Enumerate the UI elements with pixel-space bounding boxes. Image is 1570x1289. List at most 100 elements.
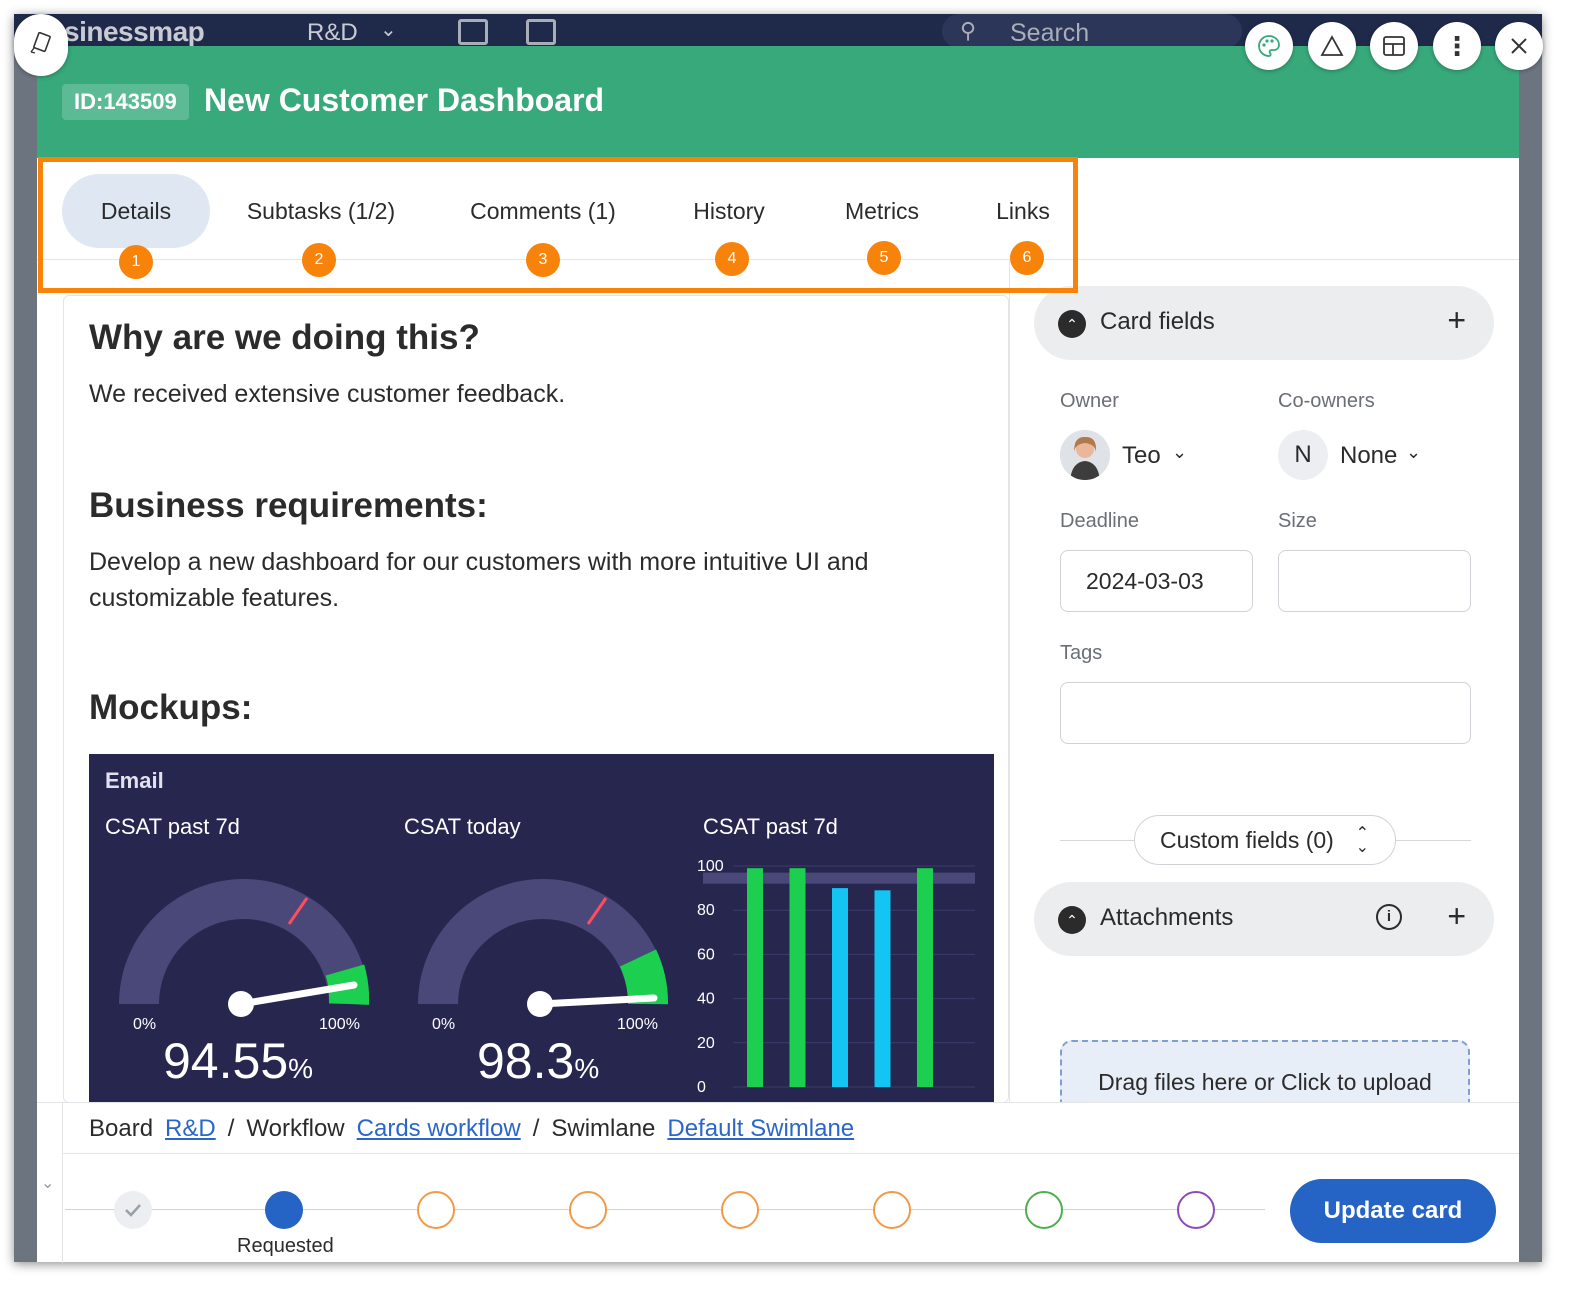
board-background-right xyxy=(1519,48,1542,1262)
callout-badge-2: 2 xyxy=(302,243,336,277)
add-field-icon[interactable]: + xyxy=(1447,302,1466,339)
mockups-heading: Mockups: xyxy=(89,688,253,727)
bar-1 xyxy=(747,868,763,1087)
description-panel[interactable]: Why are we doing this? We received exten… xyxy=(63,295,1009,1103)
board-selector[interactable]: R&D xyxy=(307,19,358,47)
more-vertical-icon: ⋮ xyxy=(1444,31,1470,61)
card-title[interactable]: New Customer Dashboard xyxy=(204,82,604,119)
breadcrumb: Board R&D / Workflow Cards workflow / Sw… xyxy=(89,1115,854,1143)
stage-requested-current[interactable] xyxy=(265,1191,303,1229)
stage-archive-step[interactable] xyxy=(1177,1191,1215,1229)
chevron-down-icon[interactable]: ⌄ xyxy=(1406,442,1421,463)
board-link[interactable]: R&D xyxy=(165,1115,216,1143)
y-tick-label: 0 xyxy=(697,1079,706,1096)
stage-step[interactable] xyxy=(721,1191,759,1229)
workflow-label: Workflow xyxy=(246,1115,345,1142)
y-tick-label: 100 xyxy=(697,858,724,875)
callout-badge-5: 5 xyxy=(867,241,901,275)
collapse-icon[interactable]: ⌃ xyxy=(1058,906,1086,934)
info-icon[interactable]: i xyxy=(1376,904,1402,930)
card-id-badge: ID:143509 xyxy=(62,84,189,120)
tabs-highlight-box xyxy=(38,157,1078,293)
layout-toggle-button[interactable] xyxy=(1370,22,1418,70)
y-tick-label: 80 xyxy=(697,902,715,919)
mockup-image: Email CSAT past 7d 0% 100% 94.55% CSAT t… xyxy=(89,754,994,1102)
gauge-2-max: 100% xyxy=(617,1016,658,1033)
update-card-button[interactable]: Update card xyxy=(1290,1179,1496,1243)
y-tick-label: 40 xyxy=(697,991,715,1008)
footer-collapse[interactable]: ⌄ xyxy=(37,1103,63,1263)
callout-badge-6: 6 xyxy=(1010,241,1044,275)
requirements-heading: Business requirements: xyxy=(89,486,488,525)
search-bar[interactable]: ⚲ Search xyxy=(942,14,1242,48)
analytics-icon[interactable] xyxy=(526,19,556,45)
close-card-button[interactable] xyxy=(1495,22,1543,70)
why-text: We received extensive customer feedback. xyxy=(89,380,566,408)
stage-done-step[interactable] xyxy=(1025,1191,1063,1229)
bar-4 xyxy=(874,890,891,1087)
card-blocker-button[interactable] xyxy=(1308,22,1356,70)
gauge-2-value: 98.3% xyxy=(477,1033,600,1089)
attachments-title: Attachments xyxy=(1100,904,1234,931)
swimlane-link[interactable]: Default Swimlane xyxy=(667,1115,854,1143)
tags-label: Tags xyxy=(1060,642,1103,664)
y-tick-label: 20 xyxy=(697,1035,715,1052)
card-color-button[interactable] xyxy=(1245,22,1293,70)
gauge-2-label: CSAT today xyxy=(404,814,521,839)
chevron-down-icon[interactable]: ⌄ xyxy=(380,17,397,42)
callout-badge-3: 3 xyxy=(526,243,560,277)
owner-label: Owner xyxy=(1060,390,1119,412)
callout-badge-1: 1 xyxy=(119,245,153,279)
stage-done-icon[interactable] xyxy=(114,1191,152,1229)
gauge-1 xyxy=(119,879,369,1017)
warning-icon xyxy=(1320,35,1344,56)
current-stage-label: Requested xyxy=(237,1235,334,1257)
board-background-left xyxy=(14,48,37,1262)
size-label: Size xyxy=(1278,510,1317,532)
stage-step[interactable] xyxy=(417,1191,455,1229)
layout-icon xyxy=(1383,36,1405,56)
palette-icon xyxy=(1258,35,1280,57)
coowners-avatar[interactable]: N xyxy=(1278,430,1328,480)
expand-collapse-icon: ⌃ ⌄ xyxy=(1355,825,1369,856)
stage-step[interactable] xyxy=(569,1191,607,1229)
search-icon: ⚲ xyxy=(960,18,977,43)
deadline-field[interactable]: 2024-03-03 xyxy=(1060,550,1253,612)
custom-fields-toggle[interactable]: Custom fields (0) ⌃ ⌄ xyxy=(1134,815,1396,865)
table-view-icon[interactable] xyxy=(458,19,488,45)
card-header: ID:143509 New Customer Dashboard xyxy=(37,46,1519,158)
callout-badge-4: 4 xyxy=(715,242,749,276)
bar-chart-label: CSAT past 7d xyxy=(703,814,838,839)
card-handle-button[interactable] xyxy=(14,14,68,76)
chevron-down-icon[interactable]: ⌄ xyxy=(1172,442,1187,463)
size-field[interactable] xyxy=(1278,550,1471,612)
more-options-button[interactable]: ⋮ xyxy=(1433,22,1481,70)
tags-field[interactable] xyxy=(1060,682,1471,744)
coowners-value[interactable]: None xyxy=(1340,442,1397,470)
gauge-1-value: 94.55% xyxy=(163,1033,314,1089)
swimlane-label: Swimlane xyxy=(551,1115,656,1142)
divider xyxy=(63,1153,1519,1154)
gauge-1-label: CSAT past 7d xyxy=(105,814,240,839)
breadcrumb-separator: / xyxy=(227,1115,235,1142)
chevron-down-icon[interactable]: ⌄ xyxy=(41,1173,54,1193)
stage-step[interactable] xyxy=(873,1191,911,1229)
card-fields-title: Card fields xyxy=(1100,308,1215,335)
owner-avatar[interactable] xyxy=(1060,430,1110,480)
workflow-link[interactable]: Cards workflow xyxy=(357,1115,521,1143)
app-logo: sinessmap xyxy=(64,16,205,47)
deadline-label: Deadline xyxy=(1060,510,1139,532)
coowners-label: Co-owners xyxy=(1278,390,1375,412)
collapse-icon[interactable]: ⌃ xyxy=(1058,310,1086,338)
card-fields-header[interactable]: ⌃ Card fields + xyxy=(1034,286,1494,360)
gauge-1-min: 0% xyxy=(133,1016,157,1033)
card-rotate-icon xyxy=(30,32,51,54)
bar-5 xyxy=(917,868,933,1087)
add-attachment-icon[interactable]: + xyxy=(1447,898,1466,935)
owner-value[interactable]: Teo xyxy=(1122,442,1161,470)
gauge-1-max: 100% xyxy=(319,1016,360,1033)
close-icon xyxy=(1511,38,1527,54)
gauge-2-min: 0% xyxy=(432,1016,456,1033)
attachments-header[interactable]: ⌃ Attachments i + xyxy=(1034,882,1494,956)
csat-bar-chart: 100 80 60 40 20 0 xyxy=(697,858,975,1096)
